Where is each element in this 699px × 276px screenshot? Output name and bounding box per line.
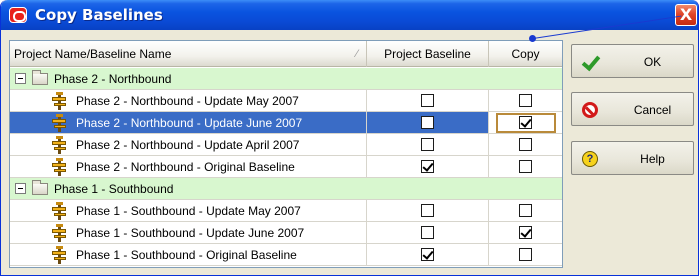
copy-checkbox[interactable] [519,116,532,129]
baseline-name: Phase 1 - Southbound - Original Baseline [76,248,297,262]
copy-checkbox[interactable] [519,204,532,217]
baseline-signpost-icon [50,114,68,132]
folder-icon [32,180,48,195]
baseline-name: Phase 2 - Northbound - Update June 2007 [76,116,303,130]
cancel-button[interactable]: Cancel [571,92,694,126]
title-bar[interactable]: Copy Baselines X [1,0,698,30]
baseline-signpost-icon [50,92,68,110]
sort-icon: ⁄ [356,48,358,60]
baseline-signpost-icon [50,136,68,154]
baseline-row[interactable]: Phase 1 - Southbound - Original Baseline [10,244,562,266]
baseline-name: Phase 2 - Northbound - Update April 2007 [76,138,300,152]
baseline-name: Phase 1 - Southbound - Update June 2007 [76,226,305,240]
project-baseline-checkbox[interactable] [421,204,434,217]
app-icon [9,7,27,23]
collapse-icon[interactable] [15,183,26,194]
baseline-name: Phase 2 - Northbound - Update May 2007 [76,94,299,108]
grid-header: Project Name/Baseline Name ⁄ Project Bas… [10,41,562,67]
baseline-signpost-icon [50,246,68,264]
folder-icon [32,70,48,85]
baseline-row[interactable]: Phase 1 - Southbound - Update June 2007 [10,222,562,244]
copy-baselines-dialog: Copy Baselines X Project Name/Baseline N… [0,0,699,276]
project-baseline-checkbox[interactable] [421,138,434,151]
column-header-name[interactable]: Project Name/Baseline Name ⁄ [10,41,367,67]
copy-checkbox[interactable] [519,94,532,107]
baseline-signpost-icon [50,224,68,242]
help-button[interactable]: ? Help [571,141,694,175]
group-name: Phase 2 - Northbound [54,72,172,86]
column-header-project-baseline[interactable]: Project Baseline [367,41,489,67]
group-row-phase-2[interactable]: Phase 2 - Northbound [10,68,562,90]
project-baseline-checkbox[interactable] [421,160,434,173]
help-icon: ? [582,151,598,167]
collapse-icon[interactable] [15,73,26,84]
baseline-row-selected[interactable]: Phase 2 - Northbound - Update June 2007 [10,112,562,134]
copy-checkbox[interactable] [519,160,532,173]
baselines-grid: Project Name/Baseline Name ⁄ Project Bas… [9,40,563,268]
checkmark-icon [582,54,598,70]
group-name: Phase 1 - Southbound [54,182,174,196]
baseline-signpost-icon [50,158,68,176]
project-baseline-checkbox[interactable] [421,94,434,107]
ok-button[interactable]: OK [571,44,694,78]
baseline-signpost-icon [50,202,68,220]
project-baseline-checkbox[interactable] [421,226,434,239]
baseline-row[interactable]: Phase 1 - Southbound - Update May 2007 [10,200,562,222]
cancel-icon [582,102,598,118]
baseline-name: Phase 2 - Northbound - Original Baseline [76,160,295,174]
group-row-phase-1[interactable]: Phase 1 - Southbound [10,178,562,200]
copy-checkbox[interactable] [519,248,532,261]
baseline-row[interactable]: Phase 2 - Northbound - Update May 2007 [10,90,562,112]
column-header-copy[interactable]: Copy [489,41,562,67]
copy-checkbox[interactable] [519,226,532,239]
window-title: Copy Baselines [35,6,163,24]
baseline-name: Phase 1 - Southbound - Update May 2007 [76,204,301,218]
baseline-row[interactable]: Phase 2 - Northbound - Original Baseline [10,156,562,178]
baseline-row[interactable]: Phase 2 - Northbound - Update April 2007 [10,134,562,156]
copy-checkbox[interactable] [519,138,532,151]
project-baseline-checkbox[interactable] [421,248,434,261]
project-baseline-checkbox[interactable] [421,116,434,129]
